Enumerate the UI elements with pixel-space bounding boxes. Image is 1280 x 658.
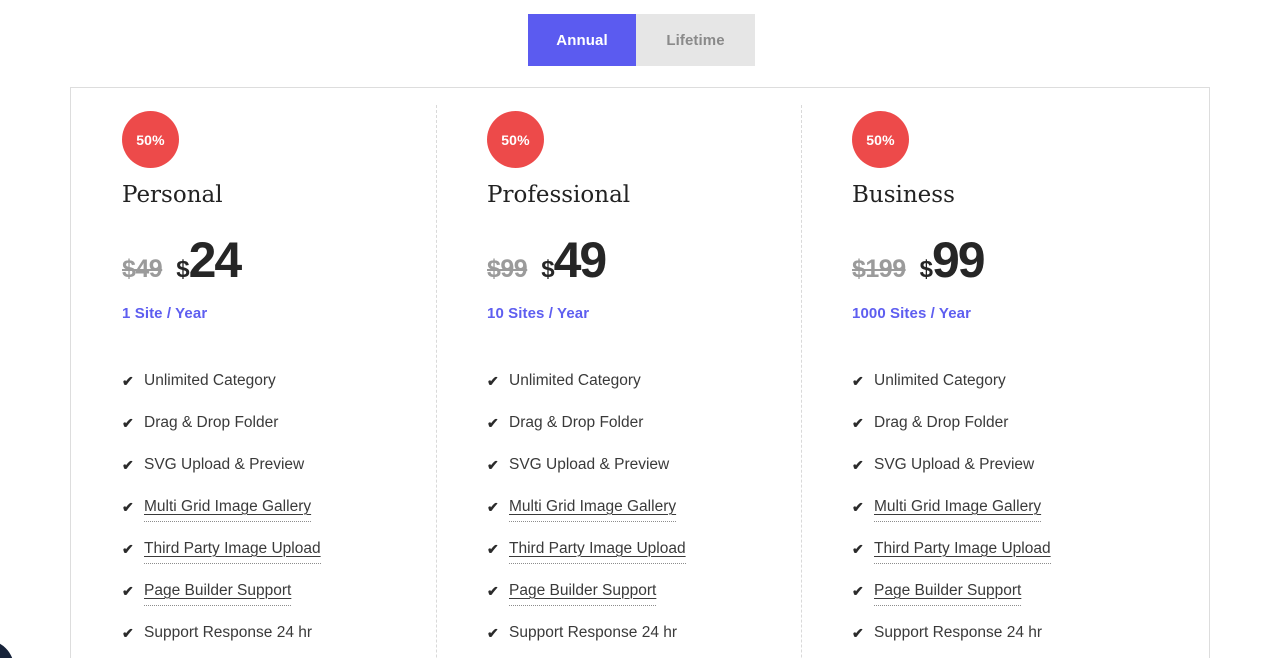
price-amount: 24: [188, 231, 243, 288]
feature-label: SVG Upload & Preview: [874, 455, 1035, 473]
feature-label: Drag & Drop Folder: [144, 413, 279, 431]
site-allowance: 1 Site / Year: [122, 304, 208, 322]
price-row: $49 $ 24: [122, 231, 436, 288]
billing-period-toggle[interactable]: Annual Lifetime: [528, 14, 755, 66]
check-icon: ✔: [122, 456, 134, 473]
check-icon: ✔: [122, 540, 134, 557]
check-icon: ✔: [487, 498, 499, 515]
check-icon: ✔: [487, 372, 499, 389]
discount-badge: 50%: [122, 111, 179, 168]
feature-label-with-tooltip[interactable]: Multi Grid Image Gallery: [874, 496, 1042, 522]
chat-widget-button[interactable]: [0, 640, 14, 658]
plan-title: Personal: [122, 182, 223, 208]
feature-list: ✔ Unlimited Category ✔ Drag & Drop Folde…: [487, 370, 801, 658]
price-amount: 49: [553, 231, 608, 288]
check-icon: ✔: [852, 414, 864, 431]
price-row: $99 $ 49: [487, 231, 801, 288]
plan-column-business: 50% Business $199 $ 99 1000 Sites / Year…: [801, 88, 1166, 658]
plan-column-personal: 50% Personal $49 $ 24 1 Site / Year ✔ Un…: [71, 88, 436, 658]
list-item: ✔ Unlimited Category: [487, 370, 801, 412]
currency-symbol: $: [919, 255, 933, 283]
feature-label: Support Response 24 hr: [874, 623, 1043, 641]
check-icon: ✔: [122, 624, 134, 641]
pricing-table: 50% Personal $49 $ 24 1 Site / Year ✔ Un…: [70, 87, 1210, 658]
site-allowance: 10 Sites / Year: [487, 304, 590, 322]
list-item: ✔ Unlimited Category: [122, 370, 436, 412]
list-item: ✔ Unlimited Category: [852, 370, 1166, 412]
current-price: $ 49: [541, 231, 608, 288]
check-icon: ✔: [852, 498, 864, 515]
check-icon: ✔: [852, 624, 864, 641]
feature-label-with-tooltip[interactable]: Third Party Image Upload: [144, 538, 321, 564]
tab-annual[interactable]: Annual: [528, 14, 636, 66]
check-icon: ✔: [852, 540, 864, 557]
plan-column-professional: 50% Professional $99 $ 49 10 Sites / Yea…: [436, 88, 801, 658]
original-price: $199: [852, 254, 906, 283]
discount-badge: 50%: [487, 111, 544, 168]
feature-label: SVG Upload & Preview: [509, 455, 670, 473]
list-item: ✔ Drag & Drop Folder: [487, 412, 801, 454]
feature-label: SVG Upload & Preview: [144, 455, 305, 473]
list-item: ✔ Page Builder Support: [122, 580, 436, 622]
check-icon: ✔: [122, 582, 134, 599]
list-item: ✔ SVG Upload & Preview: [122, 454, 436, 496]
list-item: ✔ Page Builder Support: [487, 580, 801, 622]
currency-symbol: $: [541, 255, 554, 283]
feature-label-with-tooltip[interactable]: Page Builder Support: [509, 580, 657, 606]
check-icon: ✔: [487, 456, 499, 473]
check-icon: ✔: [122, 498, 134, 515]
plan-title: Professional: [487, 182, 631, 208]
check-icon: ✔: [122, 414, 134, 431]
list-item: ✔ Multi Grid Image Gallery: [122, 496, 436, 538]
list-item: ✔ Page Builder Support: [852, 580, 1166, 622]
feature-label: Unlimited Category: [144, 371, 276, 389]
feature-label: Unlimited Category: [509, 371, 641, 389]
plan-title: Business: [852, 182, 955, 208]
list-item: ✔ Support Response 24 hr: [487, 622, 801, 658]
feature-list: ✔ Unlimited Category ✔ Drag & Drop Folde…: [852, 370, 1166, 658]
list-item: ✔ Support Response 24 hr: [852, 622, 1166, 658]
feature-label: Support Response 24 hr: [144, 623, 313, 641]
check-icon: ✔: [487, 414, 499, 431]
list-item: ✔ SVG Upload & Preview: [487, 454, 801, 496]
feature-label-with-tooltip[interactable]: Page Builder Support: [144, 580, 292, 606]
feature-label: Drag & Drop Folder: [874, 413, 1009, 431]
feature-label-with-tooltip[interactable]: Third Party Image Upload: [874, 538, 1051, 564]
feature-label-with-tooltip[interactable]: Multi Grid Image Gallery: [144, 496, 312, 522]
list-item: ✔ Support Response 24 hr: [122, 622, 436, 658]
site-allowance: 1000 Sites / Year: [852, 304, 972, 322]
feature-label-with-tooltip[interactable]: Third Party Image Upload: [509, 538, 686, 564]
price-row: $199 $ 99: [852, 231, 1166, 288]
current-price: $ 99: [919, 231, 986, 288]
feature-label: Unlimited Category: [874, 371, 1006, 389]
list-item: ✔ Drag & Drop Folder: [122, 412, 436, 454]
check-icon: ✔: [852, 456, 864, 473]
check-icon: ✔: [852, 372, 864, 389]
original-price: $99: [487, 254, 528, 283]
list-item: ✔ Multi Grid Image Gallery: [852, 496, 1166, 538]
list-item: ✔ Third Party Image Upload: [487, 538, 801, 580]
check-icon: ✔: [852, 582, 864, 599]
price-amount: 99: [931, 231, 986, 288]
pricing-page: Annual Lifetime 50% Personal $49 $ 24 1 …: [0, 0, 1280, 658]
current-price: $ 24: [176, 231, 243, 288]
list-item: ✔ Third Party Image Upload: [122, 538, 436, 580]
feature-label-with-tooltip[interactable]: Multi Grid Image Gallery: [509, 496, 677, 522]
list-item: ✔ Multi Grid Image Gallery: [487, 496, 801, 538]
original-price: $49: [122, 254, 163, 283]
feature-label-with-tooltip[interactable]: Page Builder Support: [874, 580, 1022, 606]
check-icon: ✔: [487, 582, 499, 599]
feature-label: Drag & Drop Folder: [509, 413, 644, 431]
discount-badge: 50%: [852, 111, 909, 168]
check-icon: ✔: [487, 624, 499, 641]
feature-label: Support Response 24 hr: [509, 623, 678, 641]
feature-list: ✔ Unlimited Category ✔ Drag & Drop Folde…: [122, 370, 436, 658]
list-item: ✔ Drag & Drop Folder: [852, 412, 1166, 454]
tab-lifetime[interactable]: Lifetime: [636, 14, 755, 66]
check-icon: ✔: [487, 540, 499, 557]
list-item: ✔ Third Party Image Upload: [852, 538, 1166, 580]
list-item: ✔ SVG Upload & Preview: [852, 454, 1166, 496]
check-icon: ✔: [122, 372, 134, 389]
currency-symbol: $: [176, 255, 189, 283]
